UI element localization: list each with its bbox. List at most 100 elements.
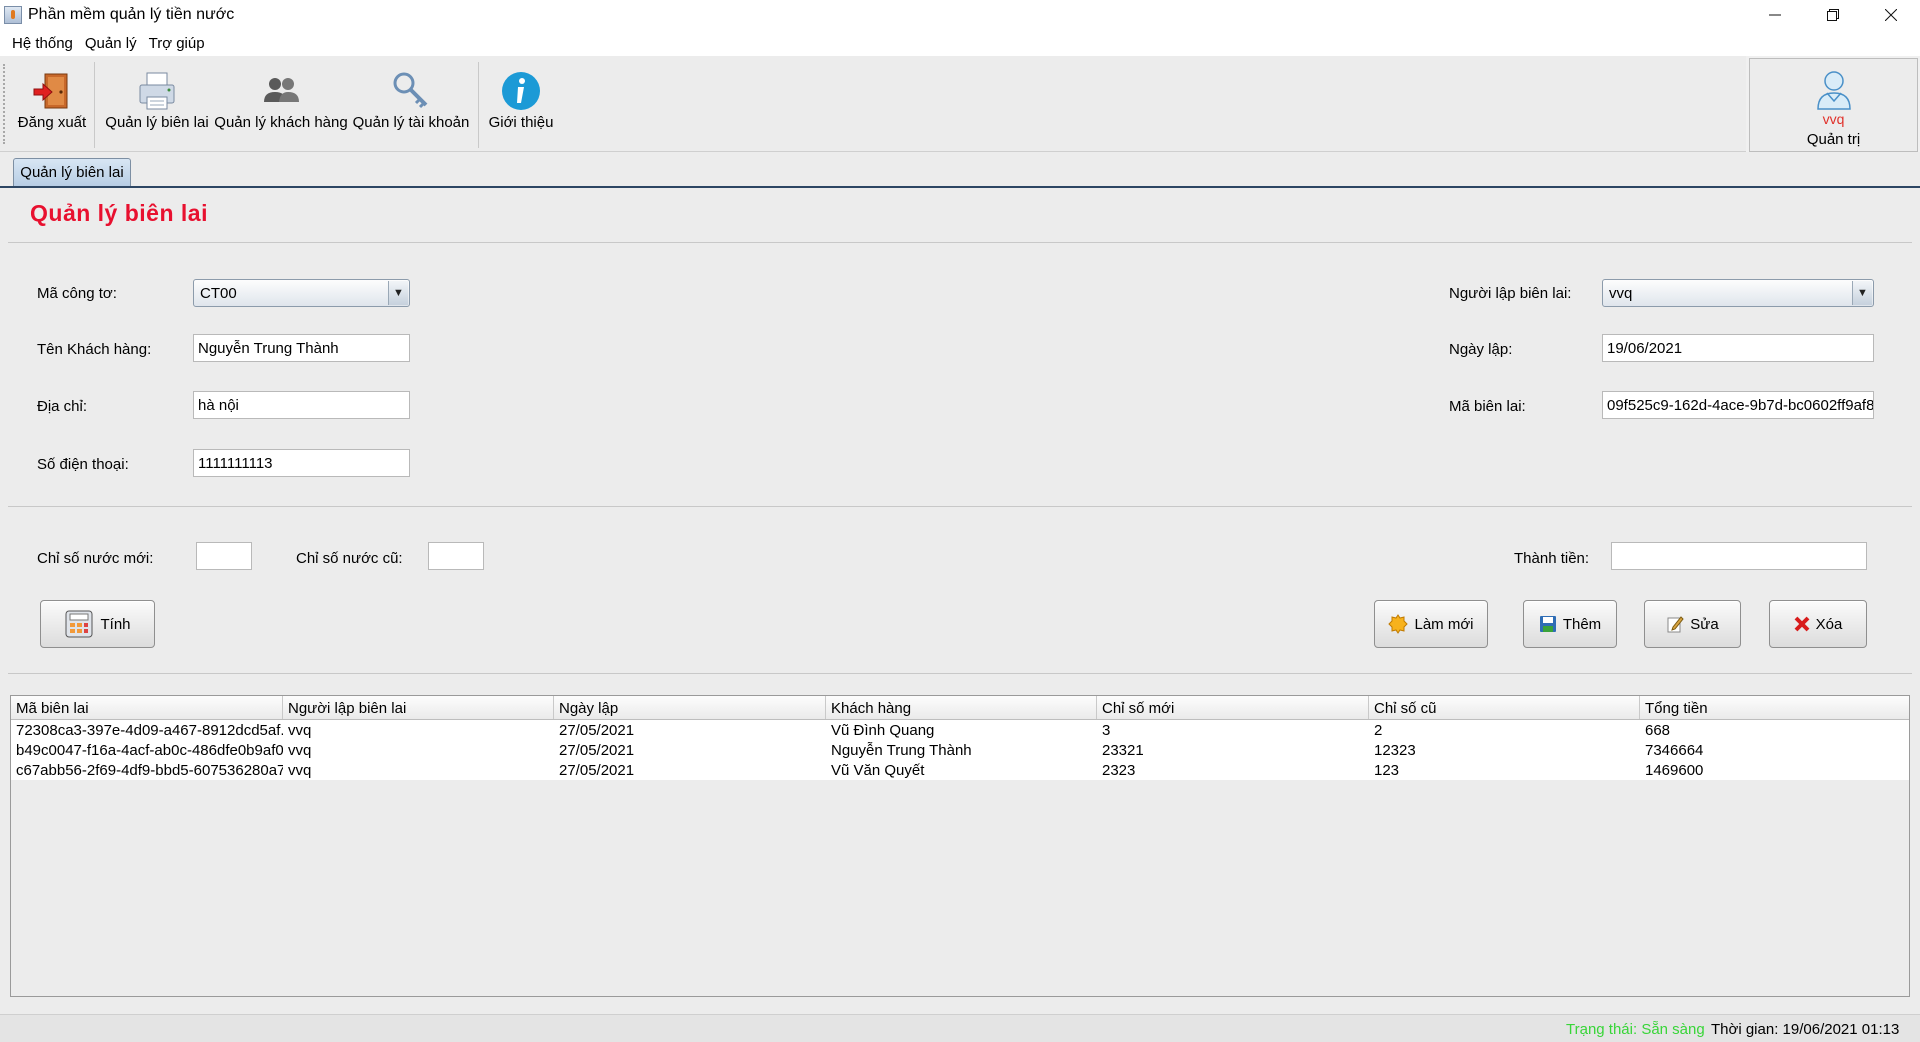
address-label: Địa chỉ: — [37, 398, 88, 415]
cell-customer: Vũ Văn Quyết — [831, 762, 925, 779]
menu-help[interactable]: Trợ giúp — [149, 35, 205, 52]
delete-x-icon — [1794, 616, 1810, 632]
menu-manage[interactable]: Quản lý — [85, 35, 137, 52]
customers-label: Quản lý khách hàng — [214, 114, 348, 131]
logout-icon — [16, 68, 88, 114]
cell-creator: vvq — [288, 742, 312, 759]
cell-customer: Vũ Đình Quang — [831, 722, 935, 739]
customer-name-field[interactable]: Nguyễn Trung Thành — [193, 334, 410, 362]
menu-bar: Hệ thống Quản lý Trợ giúp — [0, 30, 1920, 56]
divider — [8, 242, 1912, 243]
restore-icon[interactable] — [1804, 0, 1862, 30]
accounts-label: Quản lý tài khoản — [352, 114, 470, 131]
edit-pencil-icon — [1666, 615, 1684, 633]
meter-select[interactable]: CT00 ▼ — [193, 279, 410, 307]
window-title: Phần mềm quản lý tiền nước — [28, 6, 235, 23]
customers-button[interactable]: Quản lý khách hàng — [214, 68, 348, 150]
receipts-button[interactable]: Quản lý biên lai — [104, 68, 210, 150]
info-icon — [486, 68, 556, 114]
cell-total: 1469600 — [1645, 762, 1704, 779]
cell-customer: Nguyễn Trung Thành — [831, 742, 972, 759]
meter-label: Mã công tơ: — [37, 285, 117, 302]
toolbar: Đăng xuất Quản lý biên lai Quản lý khách… — [0, 56, 1746, 152]
logout-button[interactable]: Đăng xuất — [16, 68, 88, 150]
edit-label: Sửa — [1690, 615, 1719, 633]
calculator-icon — [64, 609, 94, 639]
column-header-total[interactable]: Tổng tiền — [1640, 696, 1909, 719]
cell-total: 7346664 — [1645, 742, 1704, 759]
about-label: Giới thiệu — [488, 114, 554, 131]
menu-system[interactable]: Hệ thống — [12, 35, 73, 52]
cell-old-index: 123 — [1374, 762, 1400, 779]
column-header-date[interactable]: Ngày lập — [554, 696, 826, 719]
add-label: Thêm — [1562, 615, 1602, 633]
meter-select-value: CT00 — [200, 285, 237, 302]
old-index-field[interactable] — [428, 542, 484, 570]
column-header-old-index[interactable]: Chỉ số cũ — [1369, 696, 1640, 719]
cell-receipt-id: c67abb56-2f69-4df9-bbd5-607536280a7... — [16, 762, 283, 779]
date-field[interactable]: 19/06/2021 — [1602, 334, 1874, 362]
title-bar: Phần mềm quản lý tiền nước — [0, 0, 1920, 30]
page-title: Quản lý biên lai — [30, 200, 208, 226]
tab-receipts[interactable]: Quản lý biên lai — [13, 158, 131, 186]
calc-label: Tính — [100, 615, 131, 633]
chevron-down-icon[interactable]: ▼ — [1852, 281, 1872, 305]
avatar — [1750, 63, 1917, 111]
cell-old-index: 2 — [1374, 722, 1383, 739]
calc-button[interactable]: Tính — [40, 600, 155, 648]
divider — [8, 673, 1912, 674]
date-label: Ngày lập: — [1449, 341, 1513, 358]
refresh-button[interactable]: Làm mới — [1374, 600, 1488, 648]
cell-old-index: 12323 — [1374, 742, 1416, 759]
toolbar-separator — [94, 62, 95, 148]
username: vvq — [1822, 111, 1845, 127]
java-app-icon — [4, 6, 22, 24]
delete-button[interactable]: Xóa — [1769, 600, 1867, 648]
users-icon — [214, 68, 348, 114]
toolbar-separator — [478, 62, 479, 148]
key-icon — [352, 68, 470, 114]
cell-date: 27/05/2021 — [559, 762, 635, 779]
amount-label: Thành tiền: — [1514, 550, 1590, 567]
tab-strip: Quản lý biên lai — [0, 152, 1920, 189]
cell-date: 27/05/2021 — [559, 742, 635, 759]
receipts-table: Mã biên lai Người lập biên lai Ngày lập … — [10, 695, 1910, 997]
cell-date: 27/05/2021 — [559, 722, 635, 739]
phone-field[interactable]: 1111111113 — [193, 449, 410, 477]
table-row[interactable]: c67abb56-2f69-4df9-bbd5-607536280a7... v… — [11, 760, 1909, 780]
receipts-label: Quản lý biên lai — [105, 114, 209, 131]
column-header-creator[interactable]: Người lập biên lai — [283, 696, 554, 719]
creator-select-value: vvq — [1609, 285, 1633, 302]
creator-label: Người lập biên lai: — [1449, 285, 1572, 302]
new-index-field[interactable] — [196, 542, 252, 570]
column-header-receipt-id[interactable]: Mã biên lai — [11, 696, 283, 719]
minimize-icon[interactable] — [1746, 0, 1804, 30]
table-header: Mã biên lai Người lập biên lai Ngày lập … — [11, 696, 1909, 720]
save-icon — [1539, 615, 1557, 633]
cell-new-index: 2323 — [1102, 762, 1136, 779]
creator-select[interactable]: vvq ▼ — [1602, 279, 1874, 307]
address-field[interactable]: hà nội — [193, 391, 410, 419]
status-bar: Trạng thái: Sẵn sàng Thời gian: 19/06/20… — [0, 1014, 1920, 1042]
receipt-management-panel: Quản lý biên lai Mã công tơ: CT00 ▼ Tên … — [0, 188, 1920, 1014]
table-row[interactable]: b49c0047-f16a-4acf-ab0c-486dfe0b9af0... … — [11, 740, 1909, 760]
cell-creator: vvq — [288, 762, 312, 779]
new-index-label: Chỉ số nước mới: — [37, 550, 154, 567]
column-header-customer[interactable]: Khách hàng — [826, 696, 1097, 719]
refresh-label: Làm mới — [1414, 615, 1474, 633]
add-button[interactable]: Thêm — [1523, 600, 1617, 648]
chevron-down-icon[interactable]: ▼ — [388, 281, 408, 305]
toolbar-grip[interactable] — [3, 64, 7, 144]
close-icon[interactable] — [1862, 0, 1920, 30]
logout-label: Đăng xuất — [17, 114, 87, 131]
cell-new-index: 23321 — [1102, 742, 1144, 759]
about-button[interactable]: Giới thiệu — [486, 68, 556, 150]
amount-field[interactable] — [1611, 542, 1867, 570]
edit-button[interactable]: Sửa — [1644, 600, 1741, 648]
phone-label: Số điện thoại: — [37, 456, 129, 473]
divider — [8, 506, 1912, 507]
table-row[interactable]: 72308ca3-397e-4d09-a467-8912dcd5af... vv… — [11, 720, 1909, 740]
column-header-new-index[interactable]: Chỉ số mới — [1097, 696, 1369, 719]
receipt-id-field[interactable]: 09f525c9-162d-4ace-9b7d-bc0602ff9af8 — [1602, 391, 1874, 419]
accounts-button[interactable]: Quản lý tài khoản — [352, 68, 470, 150]
